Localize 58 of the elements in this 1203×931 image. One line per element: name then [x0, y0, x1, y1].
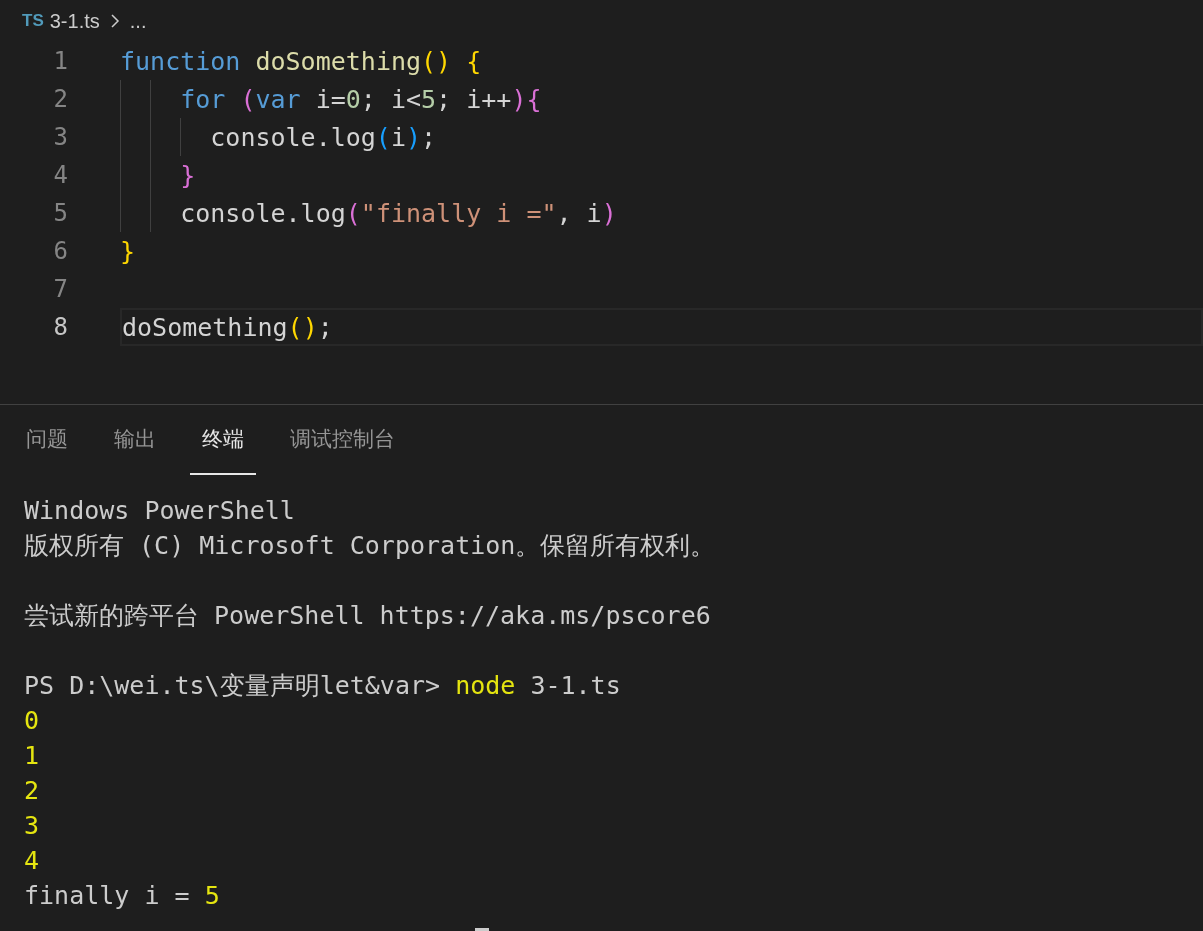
code-token: console.log [210, 122, 376, 152]
code-token: i= [314, 84, 346, 114]
code-token: ( [345, 198, 361, 228]
terminal-text: 尝试新的跨平台 PowerShell https://aka.ms/pscore6 [24, 600, 711, 632]
code-token: ( [375, 122, 391, 152]
code-token: 0 [345, 84, 361, 114]
terminal-text: 0 [24, 706, 40, 735]
terminal-text: node [455, 671, 516, 700]
code-token: doSomething [122, 312, 288, 342]
code-token: () [287, 312, 318, 342]
line-number: 6 [52, 237, 69, 265]
terminal-text: finally i = [24, 881, 191, 910]
code-token: } [180, 160, 196, 190]
code-token: ; i++ [436, 84, 512, 114]
code-token: "finally i =" [360, 198, 557, 228]
line-number: 8 [52, 313, 69, 341]
code-token: 5 [421, 84, 437, 114]
breadcrumb-more[interactable]: ... [129, 9, 147, 33]
typescript-file-icon: TS [22, 11, 44, 31]
code-token: function [120, 46, 241, 76]
code-token: { [466, 46, 482, 76]
terminal-text: Windows PowerShell [24, 496, 295, 525]
terminal-text: 5 [204, 881, 220, 910]
line-number: 3 [52, 123, 69, 151]
code-token: i [390, 122, 406, 152]
code-token: ) [601, 198, 617, 228]
code-token: ; i< [360, 84, 422, 114]
panel-tab[interactable]: 输出 [102, 405, 168, 475]
chevron-right-icon [109, 13, 120, 29]
terminal-text: 3 [24, 811, 40, 840]
code-token: for [180, 84, 226, 114]
code-token: ; [421, 122, 437, 152]
terminal-text: 3-1.ts [529, 671, 621, 700]
code-token: var [255, 84, 301, 114]
code-token: } [120, 236, 136, 266]
code-token: ( [240, 84, 256, 114]
breadcrumb-file[interactable]: 3-1.ts [49, 9, 100, 33]
terminal-text: 4 [24, 846, 40, 875]
line-number: 1 [52, 47, 69, 75]
code-token: () [421, 46, 452, 76]
code-token: ; [317, 312, 333, 342]
code-token: doSomething [255, 46, 422, 76]
line-number: 5 [52, 199, 69, 227]
panel-tab[interactable]: 调试控制台 [278, 405, 407, 475]
terminal-text: 2 [24, 776, 40, 805]
panel-tab[interactable]: 问题 [14, 405, 80, 475]
line-number: 2 [52, 85, 69, 113]
code-token: ){ [511, 84, 542, 114]
code-token: ) [406, 122, 422, 152]
terminal-cursor [475, 928, 489, 931]
terminal-text: PS D:\wei.ts\变量声明let&var> [24, 670, 442, 702]
code-token: , i [556, 198, 602, 228]
terminal-text: 1 [24, 741, 40, 770]
code-token: console.log [180, 198, 346, 228]
line-number: 7 [52, 275, 69, 303]
terminal-text: 版权所有 (C) Microsoft Corporation。保留所有权利。 [24, 530, 716, 562]
panel-tab[interactable]: 终端 [190, 405, 256, 475]
line-number: 4 [52, 161, 69, 189]
